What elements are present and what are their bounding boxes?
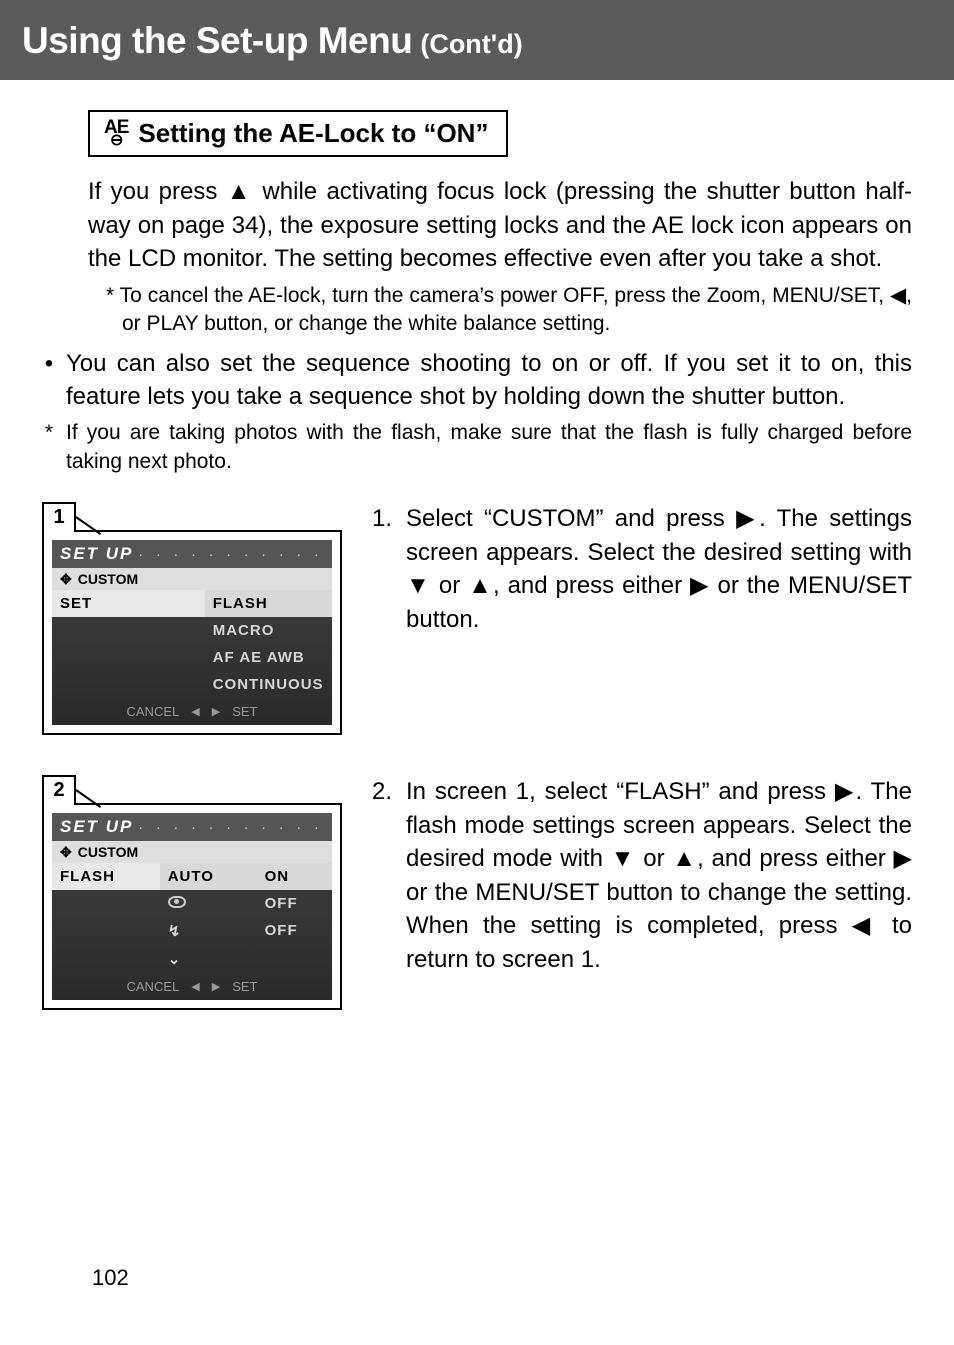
page-number: 102 xyxy=(92,1265,129,1291)
lcd1-row-macro: MACRO xyxy=(205,617,332,644)
lcd2-custom-tab: ✥ CUSTOM xyxy=(52,841,332,863)
lcd1-left: SET xyxy=(52,590,205,617)
dpad-icon: ✥ xyxy=(60,572,72,586)
lcd-screenshot-2: SET UP . . . . . . . . . . . . . ✥ CUSTO… xyxy=(42,803,342,1010)
lcd-dots: . . . . . . . . . . . . . xyxy=(139,821,324,832)
step-1-block: 1 SET UP . . . . . . . . . . . . . ✥ CUS… xyxy=(42,502,912,735)
lcd2-left: FLASH xyxy=(52,863,160,890)
redeye-icon xyxy=(160,890,257,917)
lcd-title: SET UP xyxy=(60,817,133,837)
content-area: AE ⊖ Setting the AE-Lock to “ON” If you … xyxy=(0,80,954,1010)
lcd-dots: . . . . . . . . . . . . . xyxy=(139,548,324,559)
tri-left-icon: ◀ xyxy=(191,980,199,993)
lcd1-title-row: SET UP . . . . . . . . . . . . . xyxy=(52,540,332,568)
bullet-dot-icon: • xyxy=(42,348,56,413)
step-1-text: 1. Select “CUSTOM” and press ▶. The sett… xyxy=(372,502,912,636)
bullet-sequence: • You can also set the sequence shooting… xyxy=(42,348,912,413)
tri-right-icon: ▶ xyxy=(212,980,220,993)
header-main: Using the Set-up Menu xyxy=(22,20,412,62)
lcd2-off1: OFF xyxy=(257,890,332,917)
screenshot-1-tab: 1 xyxy=(42,502,76,532)
screenshot-1-wrap: 1 SET UP . . . . . . . . . . . . . ✥ CUS… xyxy=(42,502,342,735)
page-header: Using the Set-up Menu (Cont'd) xyxy=(0,0,954,80)
header-sub: (Cont'd) xyxy=(420,29,522,60)
paragraph-main: If you press ▲ while activating focus lo… xyxy=(88,175,912,276)
screenshot-2-wrap: 2 SET UP . . . . . . . . . . . . . ✥ CUS… xyxy=(42,775,342,1010)
lcd1-footer: CANCEL◀ ▶SET xyxy=(52,698,332,725)
lcd1-custom-tab: ✥ CUSTOM xyxy=(52,568,332,590)
tri-left-icon: ◀ xyxy=(191,705,199,718)
note-flash-charged: * If you are taking photos with the flas… xyxy=(42,419,912,476)
note-cancel-ae: * To cancel the AE-lock, turn the camera… xyxy=(106,282,912,339)
section-title-text: Setting the AE-Lock to “ON” xyxy=(138,118,488,149)
screenshot-2-tab: 2 xyxy=(42,775,76,805)
section-title-box: AE ⊖ Setting the AE-Lock to “ON” xyxy=(88,110,508,157)
lcd-title: SET UP xyxy=(60,544,133,564)
lcd2-off2: OFF xyxy=(257,917,332,945)
lcd2-grid: FLASH AUTO ON OFF ↯ OFF ⌄ xyxy=(52,863,332,973)
asterisk-icon: * xyxy=(42,419,56,476)
flash-bolt-icon: ↯ xyxy=(160,917,257,945)
chevron-down-icon: ⌄ xyxy=(160,945,257,973)
step-2-block: 2 SET UP . . . . . . . . . . . . . ✥ CUS… xyxy=(42,775,912,1010)
lcd2-on: ON xyxy=(257,863,332,890)
lcd1-grid: SET FLASH MACRO AF AE AWB CONTINUOUS xyxy=(52,590,332,698)
lcd2-auto: AUTO xyxy=(160,863,257,890)
tri-right-icon: ▶ xyxy=(212,705,220,718)
ae-lock-icon: AE ⊖ xyxy=(104,121,128,145)
lcd1-row-afaeawb: AF AE AWB xyxy=(205,644,332,671)
lcd1-row-flash: FLASH xyxy=(205,590,332,617)
step-2-text: 2. In screen 1, select “FLASH” and press… xyxy=(372,775,912,977)
lcd2-title-row: SET UP . . . . . . . . . . . . . xyxy=(52,813,332,841)
dpad-icon: ✥ xyxy=(60,845,72,859)
lcd1-row-continuous: CONTINUOUS xyxy=(205,671,332,698)
lcd-screenshot-1: SET UP . . . . . . . . . . . . . ✥ CUSTO… xyxy=(42,530,342,735)
lcd2-footer: CANCEL◀ ▶SET xyxy=(52,973,332,1000)
